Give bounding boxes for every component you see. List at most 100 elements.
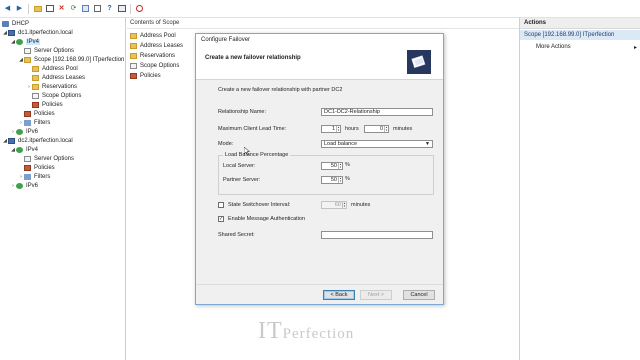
tree-label: Address Leases [42, 75, 86, 81]
tree-label: Policies [42, 102, 63, 108]
filter-icon [24, 174, 31, 180]
policies-icon [32, 102, 39, 108]
console-tree-icon[interactable] [45, 4, 54, 13]
auth-checkbox[interactable]: ✓ [218, 216, 224, 222]
dialog-body: Create a new failover relationship with … [196, 81, 443, 284]
partner-server-spinner[interactable]: 50 ▴ ▾ [321, 176, 343, 184]
refresh-icon[interactable]: ⟳ [69, 4, 78, 13]
tree-node-server1[interactable]: ◢ dc1.itperfection.local [2, 29, 73, 37]
dialog-heading: Create a new failover relationship [205, 55, 301, 61]
tree-node-scope-options[interactable]: Scope Options [32, 92, 81, 100]
shared-secret-label: Shared Secret: [218, 232, 255, 238]
tree-node-policies[interactable]: Policies [24, 110, 55, 118]
tree-node-address-leases[interactable]: Address Leases [32, 74, 85, 82]
check-mark-icon: ✓ [219, 216, 224, 222]
local-server-label: Local Server: [223, 163, 256, 169]
back-button[interactable]: < Back [323, 290, 355, 300]
scope-folder-icon [24, 57, 31, 63]
tree-label: IPv6 [26, 183, 39, 189]
help-icon[interactable]: ? [105, 4, 114, 13]
watermark-rest: Perfection [282, 326, 355, 342]
tree-label: Filters [34, 174, 51, 180]
minutes-label: minutes [393, 126, 413, 132]
mclt-hours-value: 1 [331, 126, 335, 132]
folder-icon [32, 84, 39, 90]
export-icon[interactable] [81, 4, 90, 13]
tree-node-reservations[interactable]: › Reservations [26, 83, 77, 91]
show-hide-icon[interactable] [117, 4, 126, 13]
load-balance-group-title: Load Balance Percentage [223, 152, 291, 158]
list-item[interactable]: Reservations [130, 51, 175, 60]
tree-node-filters-2[interactable]: › Filters [18, 173, 50, 181]
tree-node-ipv4[interactable]: ◢ IPv4 [10, 38, 41, 46]
folder-icon[interactable] [33, 4, 42, 13]
stop-icon[interactable] [135, 4, 144, 13]
content-header: Contents of Scope [127, 18, 519, 29]
tree-node-scope-policies[interactable]: Policies [32, 101, 63, 109]
forward-arrow-icon[interactable]: ▶ [15, 4, 24, 13]
tree-node-server-options[interactable]: Server Options [24, 47, 74, 55]
list-item[interactable]: Policies [130, 71, 161, 80]
more-actions-link[interactable]: More Actions ▸ [520, 42, 640, 52]
tree-label: Server Options [34, 48, 75, 54]
tree-node-ipv4-2[interactable]: ◢ IPv4 [10, 146, 38, 154]
mouse-cursor-icon [244, 147, 250, 155]
delete-icon[interactable]: ✕ [57, 4, 66, 13]
next-button[interactable]: Next > [360, 290, 392, 300]
dialog-banner: Create a new failover relationship [196, 47, 443, 80]
mode-dropdown[interactable]: Load balance ▼ [321, 140, 433, 148]
policies-icon [130, 72, 137, 79]
tree-label: IPv4 [26, 147, 39, 153]
tree-node-address-pool[interactable]: Address Pool [32, 65, 78, 73]
spinner-arrows-icon[interactable]: ▴ ▾ [338, 177, 342, 183]
options-icon [24, 156, 31, 162]
load-balance-group: Load Balance Percentage Local Server: 50… [218, 152, 434, 195]
tree-node-ipv6-2[interactable]: › IPv6 [10, 182, 38, 190]
actions-header: Actions [520, 18, 640, 29]
policies-icon [24, 165, 31, 171]
tree-node-ipv6[interactable]: › IPv6 [10, 128, 38, 136]
server-icon [8, 138, 15, 144]
tree-node-dhcp[interactable]: DHCP [2, 20, 29, 28]
spinner-arrows-icon[interactable]: ▴ ▾ [384, 126, 388, 132]
shared-secret-field[interactable] [321, 231, 433, 239]
switchover-spinner[interactable]: 60 ▴ ▾ [321, 201, 347, 209]
options-icon [130, 62, 137, 69]
relationship-name-field[interactable]: DC1-DC2-Relationship [321, 108, 433, 116]
spinner-arrows-icon[interactable]: ▴ ▾ [336, 126, 340, 132]
list-item[interactable]: Address Leases [130, 41, 183, 50]
properties-icon[interactable] [93, 4, 102, 13]
local-server-spinner[interactable]: 50 ▴ ▾ [321, 162, 343, 170]
mclt-minutes-spinner[interactable]: 0 ▴ ▾ [364, 125, 389, 133]
ipv4-icon [16, 147, 23, 153]
list-item[interactable]: Scope Options [130, 61, 179, 70]
toolbar-separator [28, 3, 29, 14]
itperfection-watermark: ITPerfection [258, 318, 354, 345]
spinner-arrows-icon[interactable]: ▴ ▾ [338, 163, 342, 169]
tree-label: Reservations [42, 84, 78, 90]
tree-label: dc1.itperfection.local [18, 30, 73, 36]
tree-label: Scope [192.168.99.0] ITperfection [34, 57, 125, 63]
local-server-value: 50 [330, 163, 337, 169]
list-item[interactable]: Address Pool [130, 31, 176, 40]
failover-wizard-icon [407, 50, 431, 74]
intro-text: Create a new failover relationship with … [218, 87, 343, 93]
tree-label: IPv6 [26, 129, 39, 135]
tree-node-server-options-2[interactable]: Server Options [24, 155, 74, 163]
cancel-button[interactable]: Cancel [403, 290, 435, 300]
tree-node-policies-2[interactable]: Policies [24, 164, 55, 172]
actions-scope-item[interactable]: Scope [192.168.99.0] ITperfection [520, 30, 640, 40]
tree-node-server2[interactable]: ◢ dc2.itperfection.local [2, 137, 73, 145]
tree-label: Address Pool [42, 66, 78, 72]
tree-node-scope[interactable]: ◢ Scope [192.168.99.0] ITperfection [18, 56, 124, 64]
switchover-checkbox[interactable] [218, 202, 224, 208]
tree-node-filters[interactable]: › Filters [18, 119, 50, 127]
folder-icon [130, 42, 137, 49]
toolbar-separator [130, 3, 131, 14]
tree-label: Filters [34, 120, 51, 126]
mclt-hours-spinner[interactable]: 1 ▴ ▾ [321, 125, 341, 133]
spinner-arrows-icon[interactable]: ▴ ▾ [342, 202, 346, 208]
partner-server-label: Partner Server: [223, 177, 261, 183]
back-arrow-icon[interactable]: ◀ [3, 4, 12, 13]
dhcp-icon [2, 21, 9, 27]
